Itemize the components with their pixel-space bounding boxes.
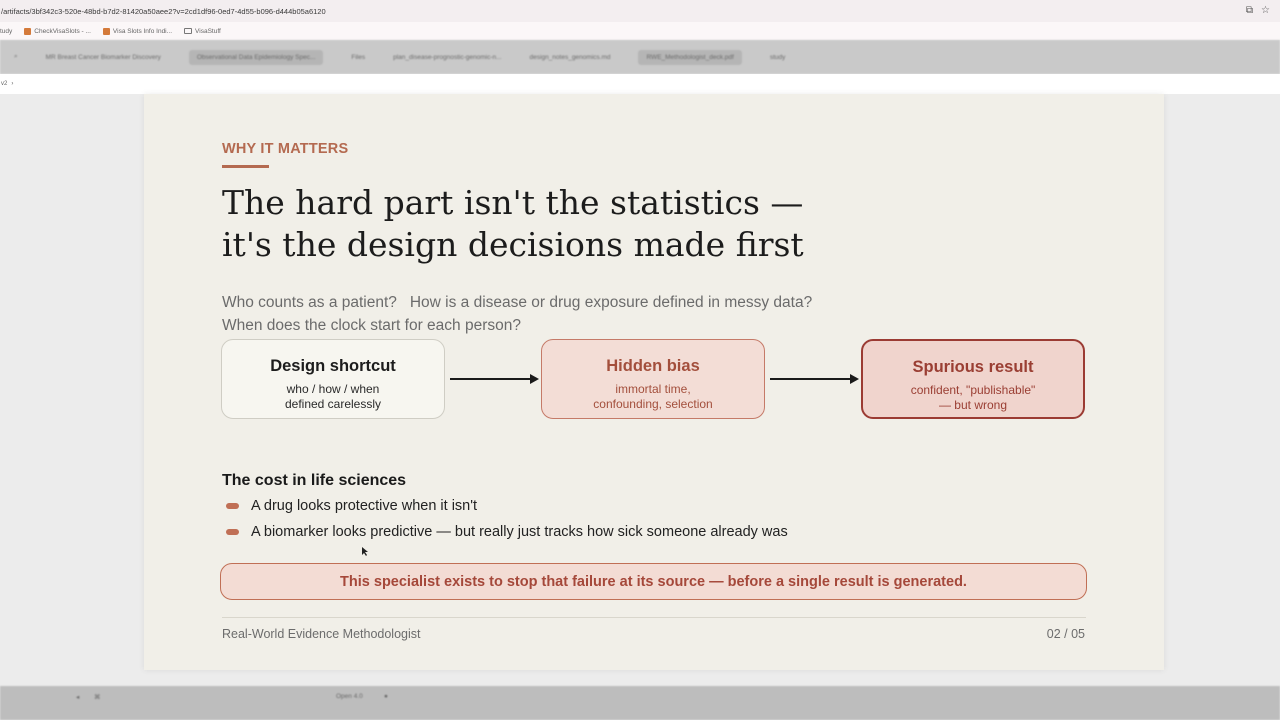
browser-tab[interactable]: design_notes_genomics.md (530, 54, 611, 61)
browser-tab[interactable]: Files (351, 54, 365, 61)
flow-box-spurious-result: Spurious result confident, "publishable"… (861, 339, 1085, 419)
flow-box-design-shortcut: Design shortcut who / how / when defined… (221, 339, 445, 419)
footer-title: Real-World Evidence Methodologist (222, 627, 421, 641)
flow-box-subtitle-line: who / how / when (286, 382, 380, 396)
browser-tab[interactable]: plan_disease-prognostic-genomic-n... (393, 54, 501, 61)
flow-box-title: Hidden bias (606, 357, 700, 375)
arrow-right-icon (770, 374, 859, 384)
eyebrow-underline (222, 165, 269, 168)
flow-box-subtitle: confident, "publishable" — but wrong (863, 383, 1083, 412)
headline-line-1: The hard part isn't the statistics — (222, 183, 804, 222)
bookmark-item[interactable]: CheckVisaSlots - ... (24, 27, 91, 35)
presentation-slide: WHY IT MATTERS The hard part isn't the s… (144, 94, 1164, 670)
search-icon[interactable]: ⌕ (14, 53, 18, 61)
bookmark-star-icon[interactable]: ☆ (1261, 5, 1270, 16)
bullet-icon (226, 529, 239, 535)
flow-box-subtitle-line: confounding, selection (593, 396, 713, 411)
lede-line-2: When does the clock start for each perso… (222, 317, 521, 334)
bullet-text: A biomarker looks predictive — but reall… (251, 524, 788, 540)
browser-tab-active[interactable]: Observational Data Epidemiology Spec... (188, 49, 324, 65)
flow-box-subtitle-line: confident, "publishable" (910, 383, 1036, 397)
version-label[interactable]: v2 (1, 81, 7, 87)
address-bar[interactable]: /artifacts/3bf342c3-520e-48bd-b7d2-81420… (0, 0, 1280, 22)
callout-text: This specialist exists to stop that fail… (340, 573, 967, 590)
bookmark-item[interactable]: tudy (0, 28, 12, 35)
bookmark-label: CheckVisaSlots - ... (34, 27, 91, 35)
bullet-icon (226, 503, 239, 509)
bookmarks-bar: tudy CheckVisaSlots - ... Visa Slots Inf… (0, 22, 1280, 40)
slide-headline: The hard part isn't the statistics — it'… (222, 182, 1022, 266)
tab-strip: ⌕ MR Breast Cancer Biomarker Discovery O… (0, 40, 1280, 74)
bookmark-label: Visa Slots Info Indi... (112, 27, 173, 35)
page-number: 02 / 05 (1046, 627, 1085, 641)
bullet-text: A drug looks protective when it isn't (251, 498, 478, 514)
slide-lede: Who counts as a patient? How is a diseas… (222, 291, 1022, 337)
taskbar-dot-icon[interactable]: ● (384, 693, 388, 700)
flow-box-title: Spurious result (912, 358, 1034, 376)
arrow-right-icon (450, 374, 539, 384)
bookmark-folder[interactable]: VisaStuff (184, 28, 221, 35)
cost-heading: The cost in life sciences (222, 472, 407, 489)
site-favicon-icon (24, 27, 32, 35)
flow-box-subtitle-line: defined carelessly (284, 396, 382, 411)
folder-icon (184, 28, 193, 34)
lede-line-1: Who counts as a patient? How is a diseas… (222, 294, 813, 311)
headline-line-2: it's the design decisions made first (222, 225, 804, 264)
browser-tab[interactable]: study (770, 54, 786, 61)
list-item: A drug looks protective when it isn't (226, 498, 477, 514)
slide-eyebrow: WHY IT MATTERS (222, 141, 349, 157)
address-bar-actions: ⧉ ☆ (1246, 5, 1270, 16)
site-favicon-icon (102, 27, 110, 35)
flow-box-subtitle: immortal time, confounding, selection (542, 382, 764, 411)
flow-box-subtitle-line: — but wrong (938, 397, 1008, 412)
browser-tab[interactable]: MR Breast Cancer Biomarker Discovery (46, 54, 161, 61)
cast-icon[interactable]: ⧉ (1246, 5, 1253, 16)
flow-box-hidden-bias: Hidden bias immortal time, confounding, … (541, 339, 765, 419)
bookmark-label: tudy (0, 27, 13, 35)
callout-banner: This specialist exists to stop that fail… (220, 563, 1087, 600)
flow-box-subtitle: who / how / when defined carelessly (222, 382, 444, 411)
browser-tab[interactable]: RWE_Methodologist_deck.pdf (638, 49, 742, 65)
bookmark-label: VisaStuff (195, 27, 221, 35)
flow-box-title: Design shortcut (270, 357, 396, 375)
taskbar-item[interactable]: Open 4.0 (336, 693, 363, 700)
taskbar: ◂ ⌘ Open 4.0 ● (0, 686, 1280, 720)
flow-box-subtitle-line: immortal time, (615, 382, 691, 396)
list-item: A biomarker looks predictive — but reall… (226, 524, 788, 540)
chevron-right-icon: › (11, 81, 14, 87)
taskbar-back-icon[interactable]: ◂ (76, 693, 79, 701)
mouse-cursor-icon (362, 547, 368, 556)
artifact-toolbar: v2 › (0, 74, 1280, 94)
url-text[interactable]: /artifacts/3bf342c3-520e-48bd-b7d2-81420… (0, 7, 326, 16)
footer-divider (222, 617, 1086, 618)
taskbar-pin-icon[interactable]: ⌘ (94, 693, 101, 701)
bookmark-item[interactable]: Visa Slots Info Indi... (102, 27, 173, 35)
